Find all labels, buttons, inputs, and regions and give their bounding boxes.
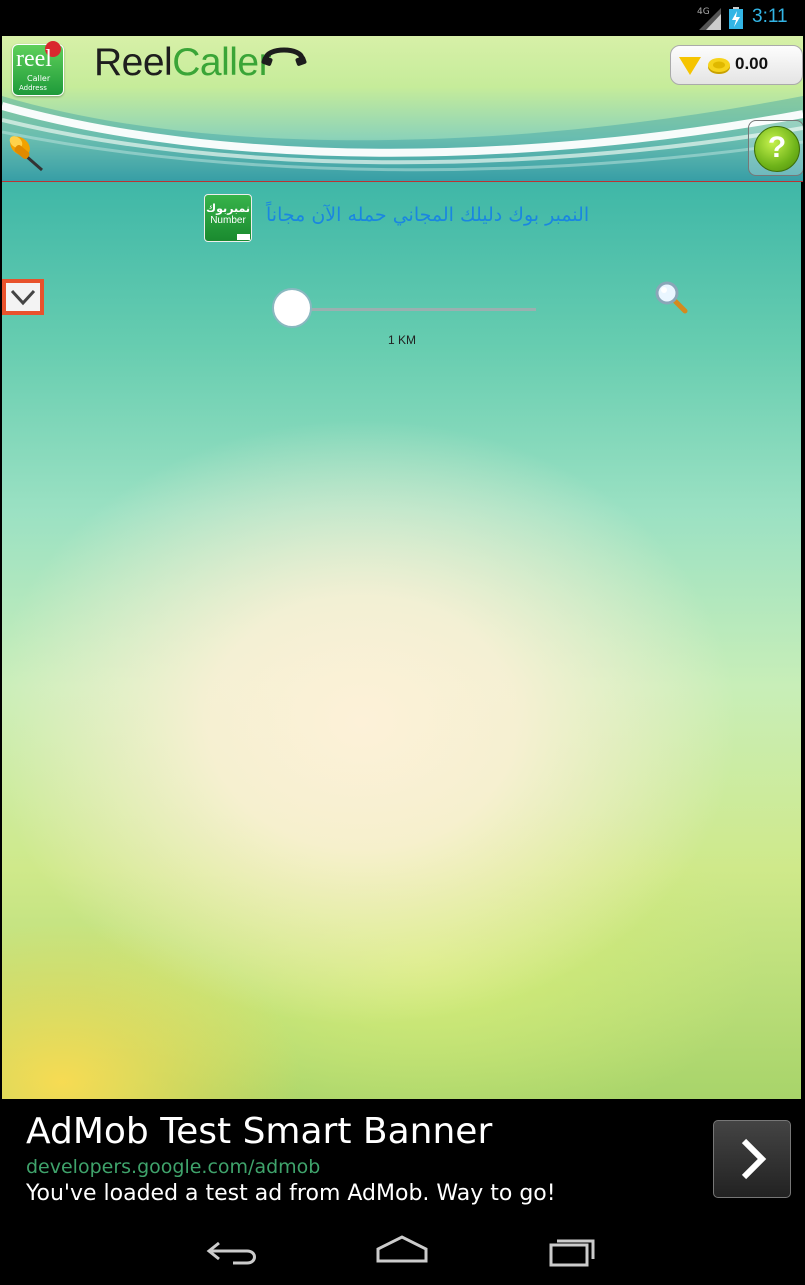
app-icon-line2: Address bbox=[19, 84, 47, 92]
magnifier-icon[interactable] bbox=[653, 279, 689, 315]
signal-icon: 4G bbox=[697, 7, 721, 30]
promo-icon-tag bbox=[237, 234, 250, 240]
ad-message: You've loaded a test ad from AdMob. Way … bbox=[26, 1181, 556, 1206]
clock: 3:11 bbox=[752, 6, 788, 27]
ad-url[interactable]: developers.google.com/admob bbox=[26, 1156, 320, 1178]
logo-part2: Caller bbox=[172, 41, 272, 84]
app-header: reel Caller Address ReelCaller 0.00 ? bbox=[2, 36, 803, 182]
status-bar: 4G 3:11 bbox=[0, 0, 805, 36]
help-question-mark: ? bbox=[767, 131, 787, 164]
phone-icon bbox=[261, 47, 307, 66]
ad-title: AdMob Test Smart Banner bbox=[26, 1111, 493, 1152]
ad-open-button[interactable] bbox=[713, 1120, 791, 1198]
chevron-right-icon bbox=[741, 1138, 767, 1180]
app-icon-line1: Caller bbox=[27, 74, 51, 83]
chevron-down-icon bbox=[10, 289, 36, 306]
promo-icon-arabic: نمبربوك bbox=[206, 202, 250, 215]
back-icon[interactable] bbox=[203, 1231, 263, 1271]
recents-icon[interactable] bbox=[543, 1231, 603, 1271]
help-button[interactable]: ? bbox=[748, 120, 803, 176]
main-content: نمبربوك Number النمبر بوك دليلك المجاني … bbox=[2, 182, 801, 1099]
slider-track[interactable] bbox=[292, 308, 536, 311]
coin-balance[interactable]: 0.00 bbox=[670, 45, 803, 85]
app-icon: reel Caller Address bbox=[12, 41, 64, 96]
promo-icon-latin: Number bbox=[210, 215, 246, 226]
coins-icon bbox=[708, 58, 730, 74]
logo-part1: Reel bbox=[94, 41, 173, 84]
app-icon-word: reel bbox=[16, 46, 52, 72]
collapse-toggle-button[interactable] bbox=[2, 279, 44, 315]
numberbook-app-icon[interactable]: نمبربوك Number bbox=[204, 194, 252, 242]
help-icon: ? bbox=[754, 126, 800, 172]
ad-banner[interactable]: AdMob Test Smart Banner developers.googl… bbox=[2, 1099, 801, 1219]
battery-icon bbox=[729, 7, 743, 29]
navigation-bar bbox=[0, 1219, 805, 1285]
dropdown-triangle-icon bbox=[679, 57, 701, 75]
slider-thumb[interactable] bbox=[272, 288, 312, 328]
app-logo: ReelCaller bbox=[94, 40, 272, 90]
balance-amount: 0.00 bbox=[735, 54, 769, 73]
distance-label: 1 KM bbox=[387, 333, 416, 347]
promo-link[interactable]: النمبر بوك دليلك المجاني حمله الآن مجانا… bbox=[266, 204, 589, 226]
pushpin-icon[interactable] bbox=[4, 132, 46, 174]
home-icon[interactable] bbox=[372, 1231, 432, 1271]
distance-slider[interactable] bbox=[272, 286, 536, 332]
